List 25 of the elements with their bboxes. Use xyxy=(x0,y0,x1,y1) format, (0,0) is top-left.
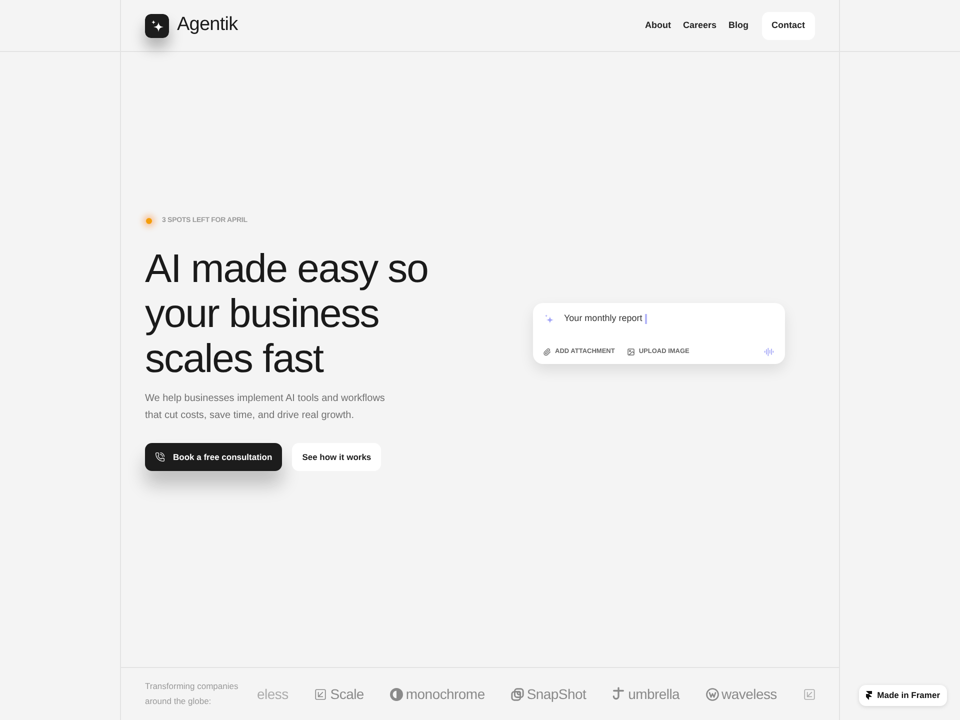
paperclip-icon xyxy=(543,348,551,356)
framer-logo-icon xyxy=(866,691,872,700)
hero-headline: AI made easy so your business scales fast xyxy=(145,247,428,382)
nav-link[interactable]: About xyxy=(644,18,671,32)
prompt-input[interactable]: Your monthly report xyxy=(564,312,642,326)
sparkle-icon xyxy=(544,314,555,324)
contact-button[interactable]: Contact xyxy=(762,12,815,40)
company-wordmark: umbrella xyxy=(628,684,680,704)
book-consultation-button[interactable]: Book a free consultation xyxy=(145,443,282,471)
brand-name[interactable]: Agentik xyxy=(177,11,238,40)
company-wordmark: monochrome xyxy=(406,684,485,704)
phone-icon xyxy=(155,452,165,462)
text-cursor-icon xyxy=(645,314,647,324)
company-wordmark: Scale xyxy=(330,684,364,704)
logos-caption: Transforming companies around the globe: xyxy=(145,680,240,708)
image-icon xyxy=(626,348,635,356)
company-wordmark: eless xyxy=(257,684,288,704)
company-wordmark: waveless xyxy=(722,684,777,704)
company-wordmark: SnapShot xyxy=(526,684,586,704)
logo-icon[interactable] xyxy=(145,14,169,38)
made-in-framer-badge[interactable]: Made in Framer xyxy=(859,685,947,706)
how-it-works-button[interactable]: See how it works xyxy=(292,443,382,471)
hero-description: We help businesses implement AI tools and workflows that cut costs, save time, and drive real growth. xyxy=(145,392,385,423)
nav-link[interactable]: Blog xyxy=(728,18,748,32)
nav-link[interactable]: Careers xyxy=(682,18,716,32)
